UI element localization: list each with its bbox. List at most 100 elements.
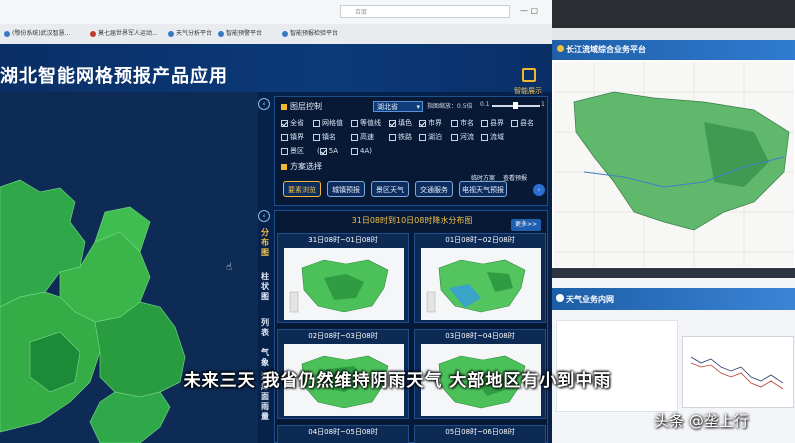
next-arrow-icon[interactable]: › — [533, 184, 545, 196]
watermark: 头条 @垄上行 — [654, 412, 749, 430]
step-label: 指图缩放：0.5倍 — [427, 103, 473, 110]
card-label: 01日08时~02日08时 — [445, 236, 515, 244]
view-forecast-link[interactable]: 查看预报 — [503, 173, 527, 182]
checkbox-grid-value[interactable]: 网格值 — [313, 118, 343, 128]
checkbox-box — [319, 147, 327, 155]
browser-tab-4[interactable]: 智能预警平台 — [218, 27, 262, 41]
tab-bar-chart[interactable]: 柱状图 — [258, 272, 272, 302]
checkbox-box — [511, 119, 518, 127]
rain-map-thumbnail — [421, 248, 541, 320]
checkbox-box — [419, 119, 426, 127]
tv-forecast-button[interactable]: 电视天气预报 — [459, 181, 507, 197]
basin-map-graphic — [554, 62, 794, 267]
province-select[interactable]: 湖北省 ▾ — [373, 101, 423, 112]
checkbox-county-name[interactable]: 县名 — [511, 118, 534, 128]
checkbox-box — [281, 147, 288, 155]
card-label: 31日08时~01日08时 — [308, 236, 378, 244]
cube-icon[interactable] — [522, 68, 536, 82]
zoom-slider-handle[interactable] — [513, 102, 518, 109]
distribution-title: 31日08时到10日08时降水分布图 — [351, 216, 473, 225]
window-controls[interactable]: — ▢ — [520, 6, 538, 15]
checkbox-box — [281, 119, 288, 127]
checkbox-scenic[interactable]: 景区 — [281, 146, 304, 156]
scheme-panel-title: 方案选择 — [281, 161, 322, 172]
step-max: 1 — [541, 101, 545, 108]
browser-toolbar: ⚡ ✓ 百度 — ▢ — [0, 0, 552, 24]
checkbox-contour[interactable]: 等值线 — [351, 118, 381, 128]
checkbox-box — [451, 133, 458, 141]
checkbox-4a[interactable]: 4A) — [351, 146, 372, 156]
layer-panel-title: 图层控制 — [281, 101, 322, 112]
checkbox-railway[interactable]: 铁路 — [389, 132, 412, 142]
step-min: 0.1 — [480, 101, 490, 108]
checkbox-box — [351, 119, 358, 127]
checkbox-town-name[interactable]: 镇名 — [313, 132, 336, 142]
tab-meteorology[interactable]: 气象 — [258, 348, 272, 368]
town-forecast-button[interactable]: 城镇预报 — [327, 181, 365, 197]
browser-tab-3[interactable]: 天气分析平台 — [168, 27, 212, 41]
browser-tab-bar: (鄂份系统)武汉智慧... 莫七届世界军人运动... 天气分析平台 智能预警平台… — [0, 24, 552, 45]
checkbox-box — [313, 119, 320, 127]
collapse-distribution-panel-icon[interactable]: ‹ — [258, 210, 270, 222]
checkbox-box — [389, 133, 396, 141]
checkbox-box — [281, 133, 288, 141]
forecast-map-card[interactable]: 04日08时~05日08时 — [277, 425, 409, 443]
forecast-map-card[interactable]: 05日08时~06日08时 — [414, 425, 546, 443]
right-top-tab-bar — [552, 28, 795, 40]
checkbox-box — [389, 119, 396, 127]
card-label: 05日08时~06日08时 — [445, 428, 515, 436]
checkbox-river[interactable]: 河流 — [451, 132, 474, 142]
smart-display-button[interactable]: 智能展示 — [514, 86, 542, 96]
search-box[interactable]: 百度 — [340, 5, 510, 18]
browser-tab-5[interactable]: 智能预报检验平台 — [282, 27, 338, 41]
page-title: 湖北智能网格预报产品应用 — [0, 66, 228, 87]
checkbox-box — [419, 133, 426, 141]
rain-map-thumbnail — [284, 248, 404, 320]
collapse-layer-panel-icon[interactable]: ‹ — [258, 98, 270, 110]
rain-map-graphic — [426, 259, 526, 313]
taskbar — [552, 268, 795, 278]
square-bullet-icon — [281, 163, 287, 170]
logo-icon — [557, 45, 564, 52]
checkbox-fill[interactable]: 填色 — [389, 118, 412, 128]
card-label: 02日08时~03日08时 — [308, 332, 378, 340]
forecast-map-card[interactable]: 01日08时~02日08时 — [414, 233, 546, 323]
tab-favicon-icon — [282, 30, 288, 37]
traffic-service-button[interactable]: 交通服务 — [415, 181, 453, 197]
checkbox-basin[interactable]: 流域 — [481, 132, 504, 142]
checkbox-highway[interactable]: 高速 — [351, 132, 374, 142]
square-bullet-icon — [281, 103, 287, 110]
more-button[interactable]: 更多>> — [511, 219, 541, 231]
card-label: 04日08时~05日08时 — [308, 428, 378, 436]
logo-icon — [556, 294, 564, 302]
tab-favicon-icon — [218, 30, 224, 37]
scenic-weather-button[interactable]: 景区天气 — [371, 181, 409, 197]
yangtze-basin-map[interactable] — [554, 62, 794, 267]
card-label: 03日08时~04日08时 — [445, 332, 515, 340]
checkbox-town-border[interactable]: 镇界 — [281, 132, 304, 142]
layer-control-panel: 图层控制 湖北省 ▾ 指图缩放：0.5倍 0.1 1 全省 网格值 等值线 填色 … — [274, 96, 548, 206]
forecast-map-card[interactable]: 31日08时~01日08时 — [277, 233, 409, 323]
browser-tab-2[interactable]: 莫七届世界军人运动... — [90, 27, 158, 41]
search-placeholder: 百度 — [355, 9, 368, 16]
tab-favicon-icon — [168, 30, 174, 37]
element-browse-button[interactable]: 要素浏览 — [283, 181, 321, 197]
checkbox-box — [351, 147, 358, 155]
map-region-southeast — [89, 391, 171, 443]
checkbox-lake[interactable]: 湖泊 — [419, 132, 442, 142]
video-subtitle: 未来三天 我省仍然维持阴雨天气 大部地区有小到中雨 — [183, 371, 612, 391]
checkbox-quansheng[interactable]: 全省 — [281, 118, 304, 128]
tab-list[interactable]: 列表 — [258, 318, 272, 338]
rain-map-graphic — [289, 259, 389, 313]
checkbox-county-border[interactable]: 县界 — [481, 118, 504, 128]
mouse-cursor-icon: ☝ — [226, 262, 233, 273]
checkbox-city-border[interactable]: 市界 — [419, 118, 442, 128]
tab-distribution-map[interactable]: 分布图 — [258, 228, 272, 258]
browser-tab-1[interactable]: (鄂份系统)武汉智慧... — [4, 27, 70, 41]
tab-favicon-icon — [90, 30, 96, 37]
checkbox-box — [451, 119, 458, 127]
checkbox-box — [481, 133, 488, 141]
checkbox-box — [313, 133, 320, 141]
checkbox-5a[interactable]: (5A — [317, 146, 338, 156]
checkbox-city-name[interactable]: 市名 — [451, 118, 474, 128]
